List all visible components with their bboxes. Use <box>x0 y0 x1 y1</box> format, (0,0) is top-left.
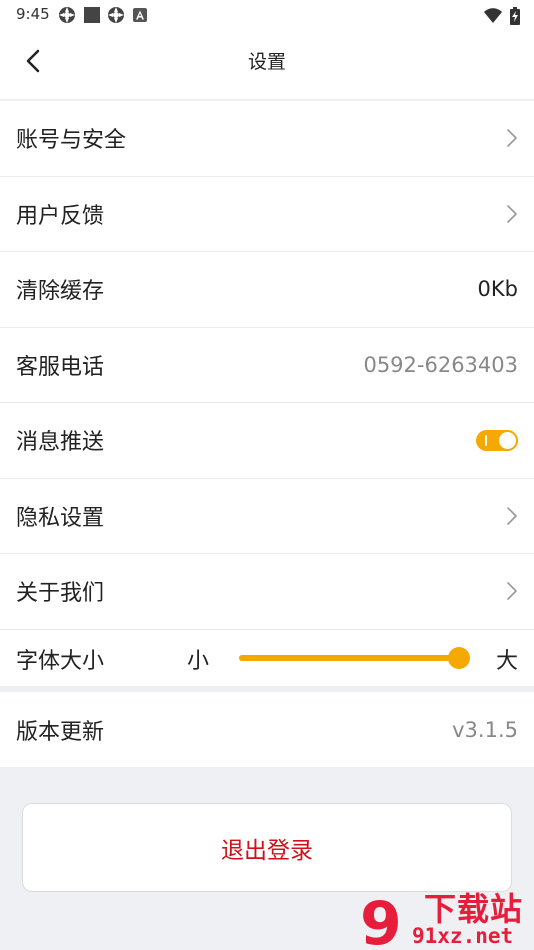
settings-item-font-size: 字体大小 小 大 <box>0 629 534 686</box>
settings-item-clear-cache[interactable]: 清除缓存 0Kb <box>0 252 534 328</box>
row-trailing <box>506 479 518 554</box>
font-size-min-label: 小 <box>187 648 210 674</box>
font-size-slider-fill <box>239 654 465 661</box>
watermark-domain: 91xz.net <box>412 924 514 948</box>
watermark-digit: 9 <box>360 892 402 948</box>
settings-item-account-security[interactable]: 账号与安全 <box>0 101 534 177</box>
logout-button[interactable]: 退出登录 <box>22 803 512 892</box>
stop-square-icon <box>84 7 100 23</box>
chevron-right-icon <box>507 506 517 525</box>
chevron-right-icon <box>507 204 517 223</box>
app-a-icon <box>133 8 147 22</box>
logout-label: 退出登录 <box>221 837 313 864</box>
settings-item-label: 消息推送 <box>16 430 105 456</box>
settings-item-label: 清除缓存 <box>16 279 105 305</box>
row-trailing <box>506 554 518 629</box>
row-trailing <box>476 403 518 478</box>
settings-item-label: 用户反馈 <box>16 203 105 229</box>
row-trailing: 0Kb <box>478 252 518 327</box>
settings-item-label: 隐私设置 <box>16 505 105 531</box>
settings-item-label: 版本更新 <box>16 719 105 745</box>
push-notification-toggle[interactable] <box>476 429 518 451</box>
toggle-on-mark <box>485 434 487 446</box>
chevron-right-icon <box>507 582 517 601</box>
service-phone-value: 0592-6263403 <box>363 352 518 377</box>
row-trailing <box>506 101 518 176</box>
font-size-max-label: 大 <box>495 648 518 674</box>
row-trailing: 0592-6263403 <box>363 328 518 403</box>
font-size-slider[interactable] <box>239 646 470 669</box>
settings-gear-icon <box>108 7 124 23</box>
wifi-icon <box>483 7 502 23</box>
settings-list: 账号与安全 用户反馈 清除缓存 0Kb 客服电话 0592-6263403 消息… <box>0 101 534 686</box>
cache-size-value: 0Kb <box>477 277 518 302</box>
toggle-knob <box>499 431 516 449</box>
settings-gear-icon <box>59 7 75 23</box>
watermark: 9 下载站 91xz.net <box>358 892 530 948</box>
battery-charging-icon <box>510 6 520 25</box>
settings-item-service-phone[interactable]: 客服电话 0592-6263403 <box>0 328 534 403</box>
settings-item-label: 客服电话 <box>16 354 105 380</box>
row-trailing: v3.1.5 <box>452 692 518 767</box>
settings-item-version-update[interactable]: 版本更新 v3.1.5 <box>0 692 534 767</box>
settings-item-about-us[interactable]: 关于我们 <box>0 554 534 630</box>
settings-item-privacy[interactable]: 隐私设置 <box>0 479 534 554</box>
watermark-title: 下载站 <box>424 890 524 928</box>
version-value: v3.1.5 <box>452 717 518 742</box>
settings-item-label: 账号与安全 <box>16 128 127 154</box>
settings-item-label: 关于我们 <box>16 581 105 607</box>
row-trailing <box>506 177 518 252</box>
status-right-group <box>483 5 520 25</box>
app-header: 设置 <box>0 30 534 100</box>
settings-item-feedback[interactable]: 用户反馈 <box>0 177 534 252</box>
settings-item-push-notifications: 消息推送 <box>0 403 534 479</box>
page-title: 设置 <box>247 51 286 73</box>
font-size-label: 字体大小 <box>16 648 105 674</box>
status-bar: 9:45 <box>0 0 534 30</box>
font-size-slider-thumb[interactable] <box>448 646 470 669</box>
status-time: 9:45 <box>16 5 50 23</box>
chevron-right-icon <box>507 129 517 148</box>
